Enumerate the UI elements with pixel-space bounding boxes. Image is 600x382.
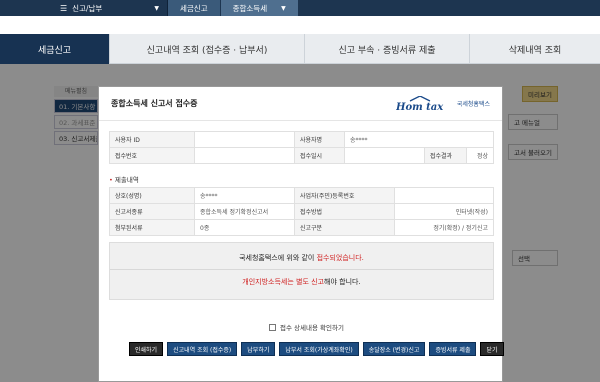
delivery-address-button[interactable]: 송달장소 (변경)신고 [362, 342, 426, 356]
tab-submit-documents[interactable]: 신고 부속 · 증빙서류 제출 [305, 34, 470, 64]
pay-button[interactable]: 납부하기 [241, 342, 276, 356]
modal-title: 종합소득세 신고서 접수증 [111, 99, 198, 108]
table-value: 0종 [194, 219, 295, 236]
table-value: 인터넷(작성) [394, 203, 494, 220]
modal-button-row: 인쇄하기 신고내역 조회 (접수증) 납부하기 납부서 조회(가상계좌확인) 송… [129, 342, 504, 356]
table-value: 정기(확정) / 정기신고 [394, 219, 494, 236]
table-value [344, 147, 425, 164]
receipt-modal: 종합소득세 신고서 접수증 Hom tax 국세청홈택스 사용자 ID 사용자명… [98, 86, 504, 382]
detail-checkbox[interactable]: 접수 상세내용 확인하기 [269, 322, 344, 332]
payment-slip-button[interactable]: 납부서 조회(가상계좌확인) [279, 342, 359, 356]
print-button[interactable]: 인쇄하기 [129, 342, 164, 356]
checkbox-label: 접수 상세내용 확인하기 [280, 324, 344, 332]
table-label: 접수번호 [109, 147, 195, 164]
tab-deleted-history[interactable]: 삭제내역 조회 [470, 34, 600, 64]
breadcrumb-label: 세금신고 [180, 3, 208, 13]
logo-text: Hom tax [396, 102, 444, 112]
table-value [194, 147, 295, 164]
breadcrumb-income-tax[interactable]: 종합소득세 ▼ [220, 0, 299, 16]
close-button[interactable]: 닫기 [480, 342, 504, 356]
breadcrumb-label: 종합소득세 [232, 3, 268, 13]
main-menu-dropdown[interactable]: ☰ 신고/납부 ▼ [0, 0, 168, 16]
chevron-down-icon: ▼ [154, 4, 159, 12]
submit-evidence-button[interactable]: 증빙서류 제출 [429, 342, 477, 356]
submission-details-table: 상호(성명) 송**** 사업자(주민)등록번호 신고서종류 종합소득세 정기확… [109, 187, 494, 236]
checkbox-icon[interactable] [269, 323, 276, 331]
top-navigation-bar: ☰ 신고/납부 ▼ 세금신고 종합소득세 ▼ [0, 0, 600, 16]
table-label: 신고서종류 [109, 203, 195, 220]
tab-tax-filing[interactable]: 세금신고 [0, 34, 110, 64]
table-label: 사용자명 [294, 131, 345, 148]
table-row: 접수번호 접수일시 접수결과 정상 [109, 147, 494, 164]
table-value: 정상 [466, 147, 494, 164]
table-row: 사용자 ID 사용자명 송**** [109, 131, 494, 148]
table-label: 접수결과 [424, 147, 467, 164]
main-menu-label: 신고/납부 [72, 3, 103, 13]
table-label: 상호(성명) [109, 187, 195, 204]
logo-subtitle: 국세청홈택스 [456, 101, 490, 108]
table-value: 송**** [194, 187, 295, 204]
table-value: 송**** [344, 131, 494, 148]
main-tabs: 세금신고 신고내역 조회 (접수증 · 납부서) 신고 부속 · 증빙서류 제출… [0, 34, 600, 64]
chevron-down-icon: ▼ [281, 4, 286, 12]
notice-divider [110, 269, 493, 270]
table-label: 첨부된서류 [109, 219, 195, 236]
table-value [194, 131, 295, 148]
tab-filing-history[interactable]: 신고내역 조회 (접수증 · 납부서) [110, 34, 305, 64]
receipt-notice: 국세청홈택스에 위와 같이 접수되었습니다. 개인지방소득세는 별도 신고해야 … [109, 242, 494, 300]
table-label: 사업자(주민)등록번호 [294, 187, 395, 204]
section-title: • 제출내역 [109, 174, 139, 184]
notice-text: 해야 합니다. [324, 278, 361, 286]
filing-history-button[interactable]: 신고내역 조회 (접수증) [167, 342, 238, 356]
bullet-icon: • [109, 176, 113, 184]
modal-header: 종합소득세 신고서 접수증 Hom tax 국세청홈택스 [99, 87, 502, 121]
section-title-text: 제출내역 [114, 176, 139, 184]
receipt-info-table: 사용자 ID 사용자명 송**** 접수번호 접수일시 접수결과 정상 [109, 131, 494, 164]
hometax-logo: Hom tax 국세청홈택스 [396, 95, 490, 112]
table-label: 접수방법 [294, 203, 395, 220]
table-label: 신고구분 [294, 219, 395, 236]
table-label: 접수일시 [294, 147, 345, 164]
breadcrumb-tax-filing[interactable]: 세금신고 [168, 0, 221, 16]
table-label: 사용자 ID [109, 131, 195, 148]
notice-highlight: 개인지방소득세는 별도 신고 [242, 278, 325, 286]
table-row: 신고서종류 종합소득세 정기확정신고서 접수방법 인터넷(작성) [109, 203, 494, 220]
notice-text: 국세청홈택스에 위와 같이 [239, 254, 317, 262]
notice-highlight: 접수되었습니다. [316, 254, 364, 262]
table-row: 상호(성명) 송**** 사업자(주민)등록번호 [109, 187, 494, 204]
table-value: 종합소득세 정기확정신고서 [194, 203, 295, 220]
table-row: 첨부된서류 0종 신고구분 정기(확정) / 정기신고 [109, 219, 494, 236]
table-value [394, 187, 494, 204]
notice-line-2: 개인지방소득세는 별도 신고해야 합니다. [110, 277, 493, 287]
hamburger-icon: ☰ [60, 3, 68, 13]
notice-line-1: 국세청홈택스에 위와 같이 접수되었습니다. [110, 253, 493, 263]
hometax-logo-icon: Hom tax [396, 95, 444, 112]
